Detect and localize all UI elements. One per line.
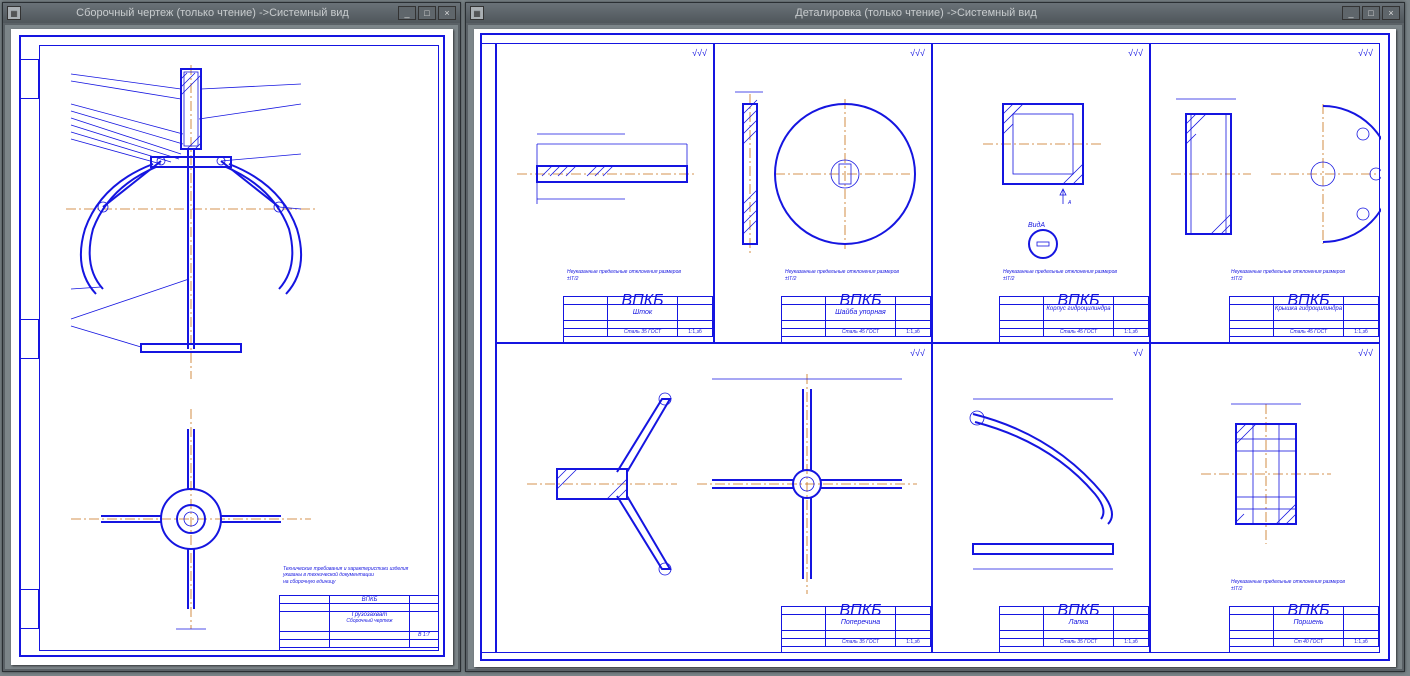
detail-cell-porshen: √√√ Неуказанные предельные отклонени: [1150, 343, 1380, 653]
detail-cell-shaiba: √√√: [714, 43, 932, 343]
close-button[interactable]: ×: [1382, 6, 1400, 20]
drawing-canvas[interactable]: Технические требования и характеристики …: [5, 25, 458, 669]
drawing-sheet: Технические требования и характеристики …: [11, 29, 453, 665]
system-menu-icon[interactable]: ▦: [7, 6, 21, 20]
title-block: ВПКБ ГрузозахватСборочный чертеж В 1:7: [279, 595, 439, 651]
detail-cell-shtok: √√√: [496, 43, 714, 343]
maximize-button[interactable]: □: [418, 6, 436, 20]
minimize-button[interactable]: _: [398, 6, 416, 20]
drawing-canvas[interactable]: √√√: [468, 25, 1402, 669]
assembly-window: ▦ Сборочный чертеж (только чтение) ->Сис…: [2, 2, 461, 672]
svg-text:А: А: [1067, 200, 1072, 206]
system-menu-icon[interactable]: ▦: [470, 6, 484, 20]
maximize-button[interactable]: □: [1362, 6, 1380, 20]
detail-cell-korpus: √√√ А: [932, 43, 1150, 343]
technical-notes: Технические требования и характеристики …: [283, 566, 423, 586]
titlebar[interactable]: ▦ Сборочный чертеж (только чтение) ->Сис…: [3, 3, 460, 23]
details-window: ▦ Деталировка (только чтение) ->Системны…: [465, 2, 1405, 672]
detail-cell-kryshka: √√√: [1150, 43, 1380, 343]
minimize-button[interactable]: _: [1342, 6, 1360, 20]
detail-cell-lapka: √√ ВПКБ Лапка Сталь 35 ГОСТ1:1,зб: [932, 343, 1150, 653]
titlebar[interactable]: ▦ Деталировка (только чтение) ->Системны…: [466, 3, 1404, 23]
window-title: Сборочный чертеж (только чтение) ->Систе…: [27, 7, 398, 19]
detail-cell-poperechina: √√√: [496, 343, 932, 653]
drawing-sheet: √√√: [474, 29, 1396, 667]
close-button[interactable]: ×: [438, 6, 456, 20]
window-title: Деталировка (только чтение) ->Системный …: [490, 7, 1342, 19]
